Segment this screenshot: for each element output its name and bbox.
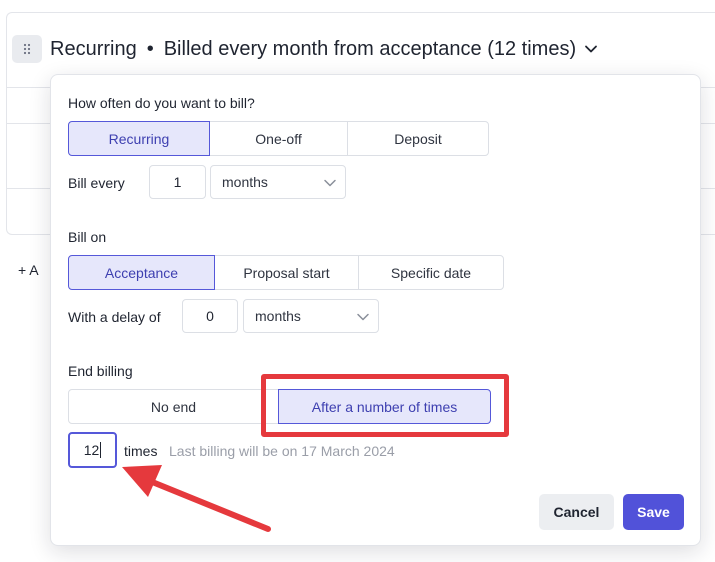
frequency-segmented-control: Recurring One-off Deposit xyxy=(68,121,489,156)
row-divider xyxy=(6,87,50,88)
drag-handle-icon[interactable] xyxy=(12,35,42,63)
bill-every-unit-value: months xyxy=(222,174,268,190)
header-title: Recurring xyxy=(50,37,137,60)
cancel-button[interactable]: Cancel xyxy=(539,494,614,530)
row-divider xyxy=(700,87,715,88)
delay-input[interactable]: 0 xyxy=(182,299,238,333)
frequency-label: How often do you want to bill? xyxy=(68,95,255,111)
bill-every-label: Bill every xyxy=(68,175,125,191)
frequency-recurring-option[interactable]: Recurring xyxy=(68,121,210,156)
bill-on-specific-date-option[interactable]: Specific date xyxy=(358,255,504,290)
billing-header[interactable]: Recurring • Billed every month from acce… xyxy=(12,34,598,64)
add-item-button[interactable]: + A xyxy=(18,262,39,278)
bill-on-acceptance-option[interactable]: Acceptance xyxy=(68,255,215,290)
end-billing-no-end-option[interactable]: No end xyxy=(68,389,279,424)
row-divider xyxy=(6,188,50,189)
row-divider xyxy=(700,123,715,124)
bill-on-proposal-start-option[interactable]: Proposal start xyxy=(214,255,359,290)
bill-on-segmented-control: Acceptance Proposal start Specific date xyxy=(68,255,504,290)
end-billing-segmented-control: No end After a number of times xyxy=(68,389,491,424)
bill-every-unit-select[interactable]: months xyxy=(210,165,346,199)
number-of-times-value: 12 xyxy=(83,442,100,458)
annotation-arrow-icon xyxy=(122,465,271,532)
save-button[interactable]: Save xyxy=(623,494,684,530)
row-divider xyxy=(700,188,715,189)
bill-on-label: Bill on xyxy=(68,229,107,245)
frequency-one-off-option[interactable]: One-off xyxy=(209,121,348,156)
chevron-down-icon[interactable] xyxy=(584,42,598,56)
end-billing-label: End billing xyxy=(68,363,133,379)
add-item-label: + A xyxy=(18,262,39,278)
bill-every-input[interactable]: 1 xyxy=(149,165,206,199)
delay-unit-select[interactable]: months xyxy=(243,299,379,333)
text-caret xyxy=(100,442,102,458)
billing-summary[interactable]: Billed every month from acceptance (12 t… xyxy=(164,38,576,61)
end-billing-after-times-option[interactable]: After a number of times xyxy=(278,389,491,424)
frequency-deposit-option[interactable]: Deposit xyxy=(347,121,489,156)
header-separator: • xyxy=(146,37,154,60)
delay-label: With a delay of xyxy=(68,309,161,325)
chevron-down-icon xyxy=(324,179,336,187)
delay-unit-value: months xyxy=(255,308,301,324)
row-divider xyxy=(6,123,50,124)
chevron-down-icon xyxy=(357,313,369,321)
